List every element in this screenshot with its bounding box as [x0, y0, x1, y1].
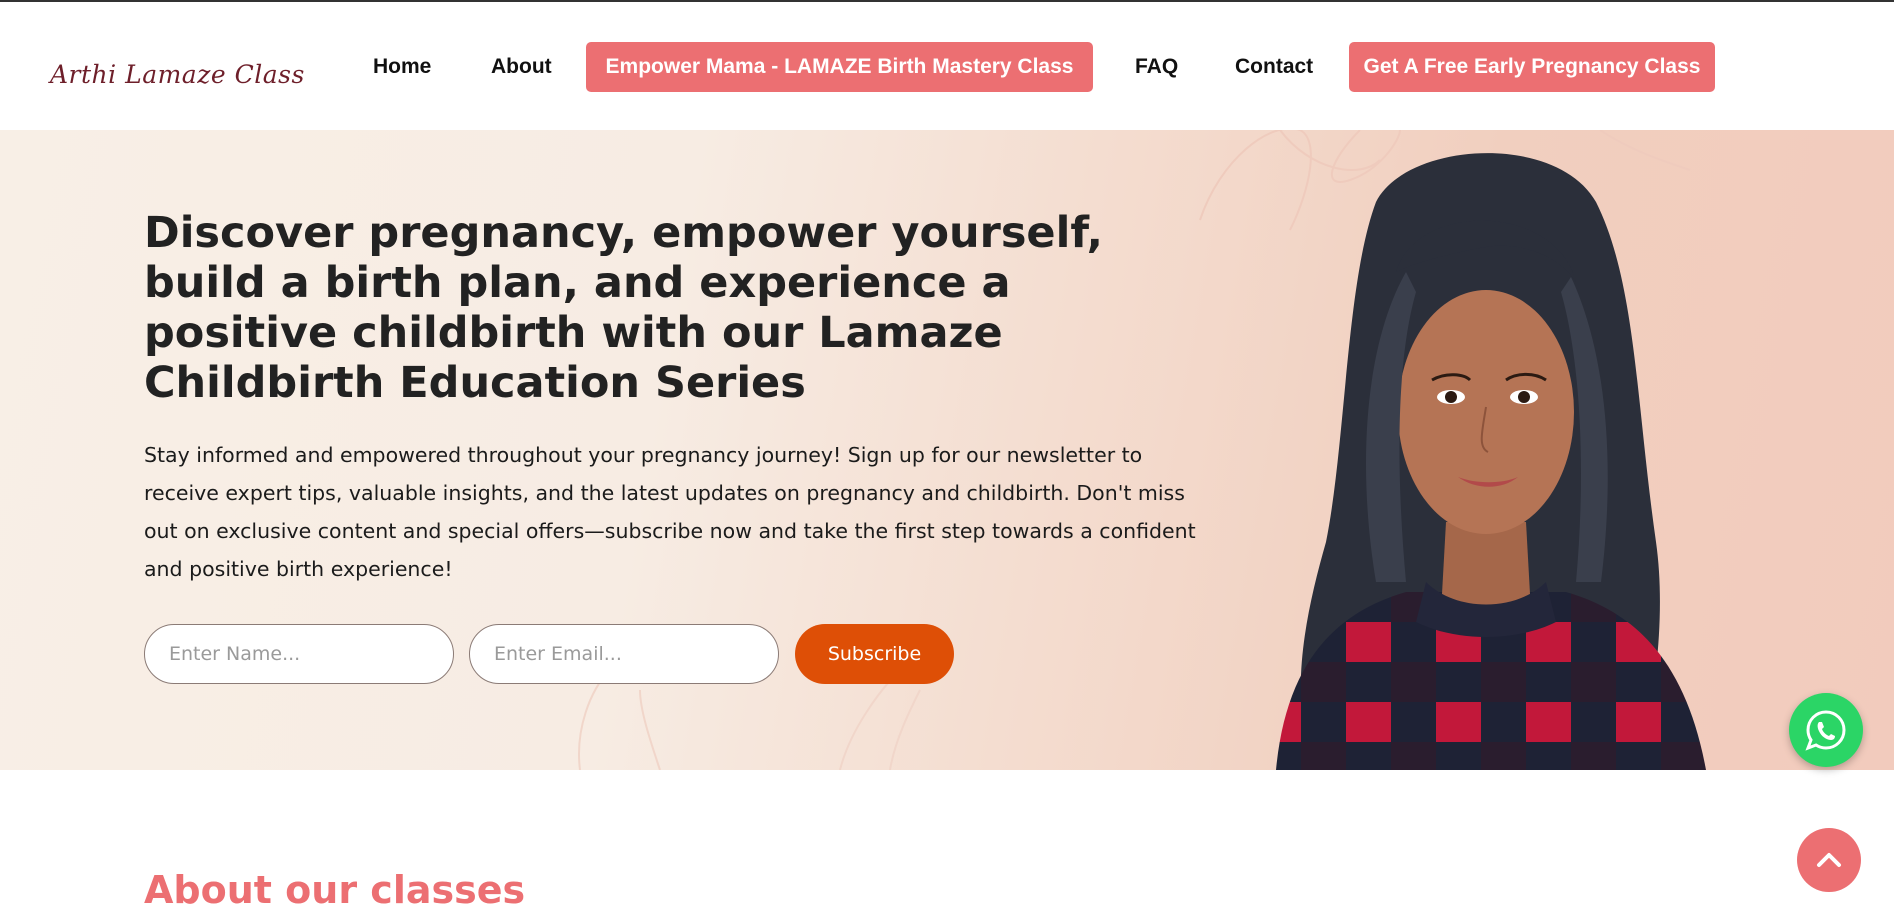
nav-contact[interactable]: Contact [1235, 42, 1313, 92]
email-input[interactable] [469, 624, 779, 684]
chevron-up-icon [1817, 853, 1841, 867]
hero-headline: Discover pregnancy, empower yourself, bu… [144, 208, 1104, 408]
main-nav: Home About Empower Mama - LAMAZE Birth M… [0, 42, 1894, 94]
nav-faq[interactable]: FAQ [1135, 42, 1178, 92]
whatsapp-button[interactable] [1789, 693, 1863, 767]
scroll-to-top-button[interactable] [1797, 828, 1861, 892]
nav-empower-mama-class[interactable]: Empower Mama - LAMAZE Birth Mastery Clas… [586, 42, 1093, 92]
hero-section: Discover pregnancy, empower yourself, bu… [0, 130, 1894, 770]
nav-about[interactable]: About [491, 42, 552, 92]
instructor-portrait [1276, 153, 1706, 770]
subscribe-button[interactable]: Subscribe [795, 624, 954, 684]
nav-home[interactable]: Home [373, 42, 431, 92]
site-header: Arthi Lamaze Class Home About Empower Ma… [0, 2, 1894, 130]
whatsapp-icon [1805, 710, 1846, 751]
hero-paragraph: Stay informed and empowered throughout y… [144, 443, 1196, 581]
nav-free-early-pregnancy-class[interactable]: Get A Free Early Pregnancy Class [1349, 42, 1715, 92]
about-section-title: About our classes [144, 868, 526, 912]
name-input[interactable] [144, 624, 454, 684]
